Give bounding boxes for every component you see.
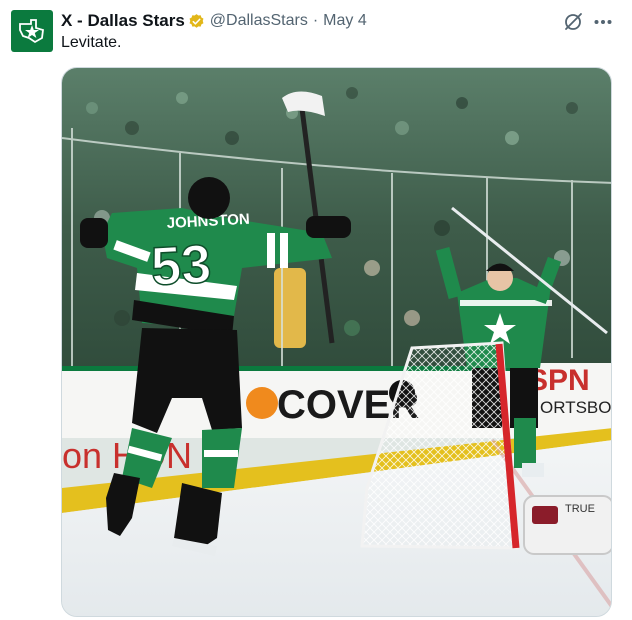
goalie-pad: TRUE bbox=[523, 495, 611, 555]
grok-icon[interactable] bbox=[562, 11, 584, 33]
stick-brand: TRUE bbox=[565, 503, 595, 515]
avatar[interactable] bbox=[11, 10, 53, 52]
jersey-number: 53 bbox=[149, 234, 212, 297]
verified-badge-icon bbox=[188, 13, 205, 30]
tweet-header: X - Dallas Stars @DallasStars · May 4 bbox=[61, 10, 367, 32]
cover-logo-icon bbox=[246, 387, 278, 419]
tweet-date[interactable]: May 4 bbox=[323, 12, 367, 30]
fan-yellow-shirt bbox=[274, 268, 306, 348]
hockey-celebration-photo: on HON COVER SPN ORTSBO bbox=[62, 68, 611, 616]
tweet-photo[interactable]: on HON COVER SPN ORTSBO bbox=[61, 67, 612, 617]
tweet-text: Levitate. bbox=[61, 34, 122, 51]
separator-dot: · bbox=[312, 12, 319, 29]
dallas-stars-logo-icon bbox=[19, 19, 44, 44]
author-handle[interactable]: @DallasStars bbox=[210, 12, 308, 30]
more-icon[interactable] bbox=[592, 11, 614, 33]
author-name[interactable]: X - Dallas Stars bbox=[61, 11, 185, 31]
board-ad-right-bottom: ORTSBO bbox=[540, 398, 611, 417]
